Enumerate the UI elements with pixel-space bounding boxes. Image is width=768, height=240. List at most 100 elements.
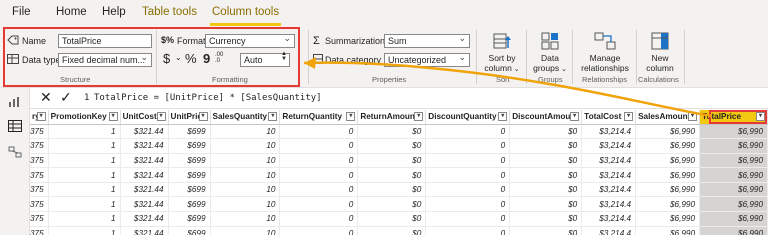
tab-column-tools[interactable]: Column tools bbox=[210, 0, 282, 26]
column-header[interactable]: PromotionKey ▾ bbox=[48, 110, 121, 125]
table-cell[interactable]: $6,990 bbox=[635, 182, 701, 198]
table-cell[interactable]: $321.44 bbox=[120, 196, 169, 213]
table-cell[interactable]: $699 bbox=[168, 153, 211, 169]
table-cell[interactable]: 0 bbox=[279, 226, 359, 235]
table-cell[interactable]: $0 bbox=[509, 138, 583, 154]
table-cell[interactable]: 1 bbox=[48, 226, 121, 235]
column-header[interactable]: SalesQuantity ▾ bbox=[210, 110, 281, 125]
table-cell[interactable]: 375 bbox=[30, 153, 49, 169]
table-cell[interactable]: $6,990 bbox=[699, 138, 768, 154]
table-cell[interactable]: $3,214.4 bbox=[581, 196, 637, 213]
table-cell[interactable]: $321.44 bbox=[120, 226, 169, 235]
column-header[interactable]: ReturnQuantity ▾ bbox=[279, 110, 359, 125]
cancel-icon[interactable]: ✕ bbox=[40, 89, 52, 106]
table-cell[interactable]: $3,214.4 bbox=[581, 182, 637, 198]
table-cell[interactable]: $321.44 bbox=[120, 138, 169, 154]
filter-dropdown-icon[interactable]: ▾ bbox=[156, 112, 166, 121]
table-cell[interactable]: $0 bbox=[509, 153, 583, 169]
table-cell[interactable]: $699 bbox=[168, 167, 211, 183]
filter-dropdown-icon[interactable]: ▾ bbox=[498, 112, 508, 121]
table-cell[interactable]: 10 bbox=[210, 138, 281, 154]
table-cell[interactable]: $321.44 bbox=[120, 167, 169, 183]
filter-dropdown-icon[interactable]: ▾ bbox=[624, 112, 634, 121]
table-cell[interactable]: $321.44 bbox=[120, 211, 169, 227]
table-cell[interactable]: 0 bbox=[425, 226, 511, 235]
table-cell[interactable]: 375 bbox=[30, 196, 49, 213]
table-cell[interactable]: 0 bbox=[279, 138, 359, 154]
table-cell[interactable]: 1 bbox=[48, 211, 121, 227]
tab-home[interactable]: Home bbox=[56, 0, 87, 26]
table-cell[interactable]: $321.44 bbox=[120, 124, 169, 140]
table-cell[interactable]: $3,214.4 bbox=[581, 167, 637, 183]
table-cell[interactable]: 0 bbox=[279, 167, 359, 183]
tab-help[interactable]: Help bbox=[102, 0, 126, 26]
table-cell[interactable]: $0 bbox=[357, 182, 427, 198]
filter-dropdown-icon[interactable]: ▾ bbox=[108, 112, 118, 121]
table-cell[interactable]: $6,990 bbox=[635, 138, 701, 154]
column-header[interactable]: DiscountQuantity ▾ bbox=[425, 110, 511, 125]
table-cell[interactable]: $6,990 bbox=[699, 167, 768, 183]
table-cell[interactable]: 375 bbox=[30, 124, 49, 140]
model-view-icon[interactable] bbox=[8, 146, 22, 158]
commit-icon[interactable]: ✓ bbox=[60, 89, 72, 106]
table-cell[interactable]: $0 bbox=[509, 167, 583, 183]
table-cell[interactable]: 375 bbox=[30, 182, 49, 198]
table-cell[interactable]: $0 bbox=[509, 124, 583, 140]
data-view-icon[interactable] bbox=[8, 120, 22, 132]
column-header[interactable]: SalesAmount ▾ bbox=[635, 110, 701, 125]
table-cell[interactable]: 0 bbox=[279, 196, 359, 213]
table-cell[interactable]: $3,214.4 bbox=[581, 226, 637, 235]
table-cell[interactable]: $0 bbox=[357, 196, 427, 213]
table-cell[interactable]: $3,214.4 bbox=[581, 138, 637, 154]
filter-dropdown-icon[interactable]: ▾ bbox=[414, 112, 424, 121]
formula-text[interactable]: TotalPrice = [UnitPrice] * [SalesQuantit… bbox=[94, 93, 322, 103]
table-cell[interactable]: $0 bbox=[357, 226, 427, 235]
table-cell[interactable]: 10 bbox=[210, 226, 281, 235]
table-cell[interactable]: 1 bbox=[48, 196, 121, 213]
column-header[interactable]: UnitPrice ▾ bbox=[168, 110, 211, 125]
table-cell[interactable]: $699 bbox=[168, 211, 211, 227]
report-view-icon[interactable] bbox=[8, 96, 22, 108]
table-cell[interactable]: 0 bbox=[425, 196, 511, 213]
table-cell[interactable]: $6,990 bbox=[635, 226, 701, 235]
summarization-dropdown[interactable]: Sum bbox=[384, 34, 470, 48]
column-header[interactable]: DiscountAmount ▾ bbox=[509, 110, 583, 125]
datacategory-dropdown[interactable]: Uncategorized bbox=[384, 53, 470, 67]
table-cell[interactable]: $6,990 bbox=[699, 226, 768, 235]
table-cell[interactable]: $699 bbox=[168, 226, 211, 235]
table-cell[interactable]: 375 bbox=[30, 167, 49, 183]
sort-by-column-button[interactable]: Sort by column ⌄ bbox=[480, 32, 524, 75]
table-cell[interactable]: 375 bbox=[30, 226, 49, 235]
filter-dropdown-icon[interactable]: ▾ bbox=[268, 112, 278, 121]
table-cell[interactable]: 10 bbox=[210, 211, 281, 227]
table-cell[interactable]: $0 bbox=[509, 182, 583, 198]
table-cell[interactable]: 1 bbox=[48, 124, 121, 140]
table-cell[interactable]: 375 bbox=[30, 138, 49, 154]
filter-dropdown-icon[interactable]: ▾ bbox=[570, 112, 580, 121]
table-cell[interactable]: 10 bbox=[210, 167, 281, 183]
table-cell[interactable]: $6,990 bbox=[699, 124, 768, 140]
table-cell[interactable]: $6,990 bbox=[635, 211, 701, 227]
table-cell[interactable]: $0 bbox=[357, 211, 427, 227]
table-cell[interactable]: $321.44 bbox=[120, 182, 169, 198]
table-cell[interactable]: $321.44 bbox=[120, 153, 169, 169]
formula-bar[interactable]: ✕ ✓ 1 TotalPrice = [UnitPrice] * [SalesQ… bbox=[30, 89, 768, 109]
table-cell[interactable]: 0 bbox=[279, 211, 359, 227]
column-header[interactable]: ReturnAmount ▾ bbox=[357, 110, 427, 125]
table-cell[interactable]: 1 bbox=[48, 182, 121, 198]
column-header[interactable]: UnitCost ▾ bbox=[120, 110, 169, 125]
table-cell[interactable]: $6,990 bbox=[699, 196, 768, 213]
table-cell[interactable]: 1 bbox=[48, 153, 121, 169]
tab-table-tools[interactable]: Table tools bbox=[142, 0, 197, 26]
table-cell[interactable]: $6,990 bbox=[635, 124, 701, 140]
data-groups-button[interactable]: Data groups ⌄ bbox=[530, 32, 570, 75]
column-header[interactable]: TotalCost ▾ bbox=[581, 110, 637, 125]
table-cell[interactable]: $6,990 bbox=[635, 167, 701, 183]
table-cell[interactable]: 1 bbox=[48, 138, 121, 154]
table-cell[interactable]: $6,990 bbox=[699, 153, 768, 169]
tab-file[interactable]: File bbox=[12, 0, 31, 26]
table-cell[interactable]: $699 bbox=[168, 196, 211, 213]
table-cell[interactable]: $0 bbox=[509, 196, 583, 213]
table-cell[interactable]: $0 bbox=[357, 138, 427, 154]
table-cell[interactable]: 375 bbox=[30, 211, 49, 227]
